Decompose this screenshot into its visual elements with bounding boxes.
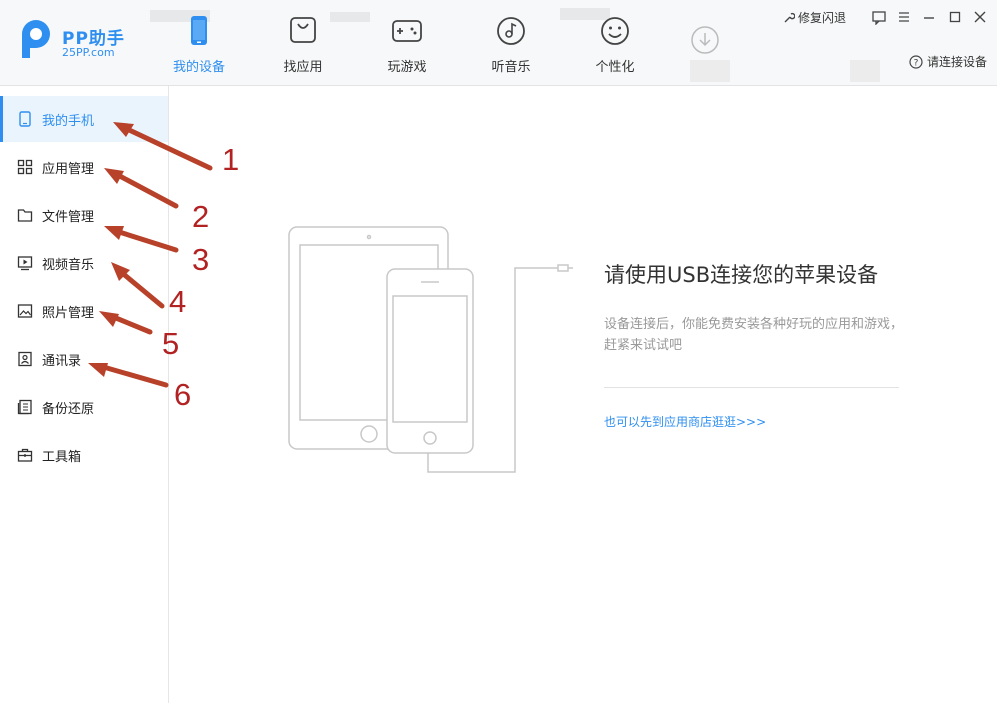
sidebar: 我的手机 应用管理 文件管理 视频音乐 照片管理 通讯录 备份还原 工具箱 <box>0 86 169 703</box>
repair-crash-button[interactable]: 修复闪退 <box>783 9 846 26</box>
sidebar-item-label: 文件管理 <box>42 209 95 225</box>
wrench-icon <box>784 12 795 22</box>
app-domain: 25PP.com <box>62 46 115 59</box>
gamepad-icon <box>392 20 422 42</box>
tab-label: 听音乐 <box>491 60 531 75</box>
sidebar-item-file-manage[interactable]: 文件管理 <box>0 192 168 238</box>
top-bar: PP助手 25PP.com 我的设备 找应用 玩游戏 听音乐 个性化 修复闪退 … <box>0 0 997 86</box>
sidebar-item-contacts[interactable]: 通讯录 <box>0 336 168 382</box>
sidebar-item-label: 应用管理 <box>42 161 95 177</box>
phone-icon <box>19 111 31 127</box>
sidebar-item-label: 备份还原 <box>42 401 95 417</box>
pp-logo-icon <box>22 20 50 58</box>
tab-label: 找应用 <box>283 60 323 75</box>
sidebar-item-backup-restore[interactable]: 备份还原 <box>0 384 168 430</box>
help-icon: ? <box>909 54 923 69</box>
tab-personalize[interactable]: 个性化 <box>575 14 655 76</box>
annotation-number-2: 2 <box>192 199 210 234</box>
sidebar-item-photo-manage[interactable]: 照片管理 <box>0 288 168 334</box>
tab-play-games[interactable]: 玩游戏 <box>367 14 447 76</box>
connect-device-help[interactable]: ? 请连接设备 <box>909 53 987 70</box>
maximize-icon[interactable] <box>947 9 963 25</box>
folder-icon <box>17 209 33 222</box>
tab-label: 玩游戏 <box>387 60 427 75</box>
tab-music[interactable]: 听音乐 <box>471 14 551 76</box>
menu-icon[interactable] <box>896 9 912 25</box>
sidebar-item-video-music[interactable]: 视频音乐 <box>0 240 168 286</box>
sidebar-item-label: 视频音乐 <box>42 257 95 273</box>
close-icon[interactable] <box>972 9 988 25</box>
tab-my-device[interactable]: 我的设备 <box>159 14 239 76</box>
photo-icon <box>17 304 33 318</box>
repair-label: 修复闪退 <box>798 11 847 25</box>
feedback-icon[interactable] <box>871 9 887 25</box>
sidebar-item-label: 通讯录 <box>42 353 82 369</box>
minimize-icon[interactable] <box>921 9 937 25</box>
grid-icon <box>17 159 33 175</box>
video-icon <box>17 256 33 271</box>
svg-text:?: ? <box>914 58 919 68</box>
tab-find-apps[interactable]: 找应用 <box>263 14 343 76</box>
sidebar-item-toolbox[interactable]: 工具箱 <box>0 432 168 478</box>
sidebar-item-label: 工具箱 <box>42 449 82 465</box>
bag-icon <box>290 17 316 43</box>
annotation-number-6: 6 <box>174 377 192 412</box>
connect-label: 请连接设备 <box>926 55 987 69</box>
tab-label: 我的设备 <box>172 60 225 75</box>
annotation-number-1: 1 <box>222 142 240 177</box>
backup-icon <box>17 399 32 415</box>
sidebar-item-my-phone[interactable]: 我的手机 <box>0 96 168 142</box>
device-icon <box>191 16 207 45</box>
annotation-number-5: 5 <box>162 326 180 361</box>
toolbox-icon <box>17 448 33 462</box>
tab-label: 个性化 <box>595 60 635 75</box>
smiley-icon <box>601 17 629 45</box>
download-icon[interactable] <box>690 25 720 55</box>
divider <box>604 387 899 388</box>
app-store-link[interactable]: 也可以先到应用商店逛逛>>> <box>604 413 766 430</box>
connect-description: 设备连接后，你能免费安装各种好玩的应用和游戏，赶紧来试试吧 <box>604 317 904 353</box>
device-connect-illustration <box>288 226 573 473</box>
sidebar-item-label: 照片管理 <box>42 305 95 321</box>
music-disc-icon <box>497 17 525 45</box>
annotation-number-4: 4 <box>169 284 187 319</box>
annotation-number-3: 3 <box>192 242 210 277</box>
sidebar-item-app-manage[interactable]: 应用管理 <box>0 144 168 190</box>
sidebar-item-label: 我的手机 <box>42 113 95 129</box>
contacts-icon <box>18 351 32 367</box>
connect-title: 请使用USB连接您的苹果设备 <box>604 263 879 287</box>
